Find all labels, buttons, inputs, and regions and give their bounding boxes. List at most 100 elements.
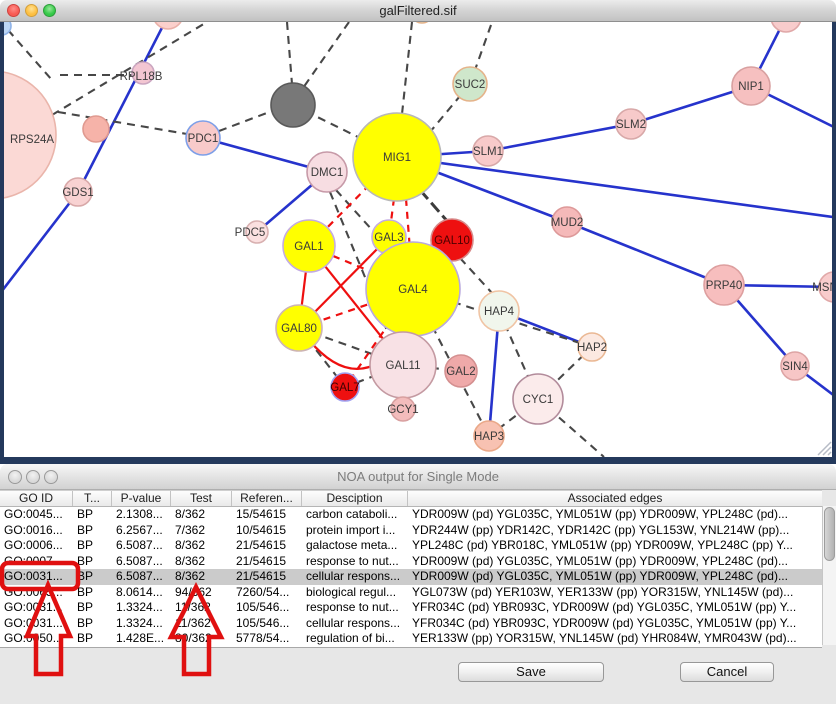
table-cell: YDR009W (pd) YGL035C, YML051W (pp) YDR00…	[408, 569, 822, 585]
graph-node-label-NIP1: NIP1	[738, 81, 764, 93]
table-cell: GO:0007...	[0, 554, 73, 570]
table-header-row: GO IDT...P-valueTestReferen...Desciption…	[0, 490, 822, 507]
graph-node-label-GAL2: GAL2	[446, 366, 475, 378]
graph-edge[interactable]	[58, 112, 187, 134]
graph-node-top-right-node[interactable]	[771, 22, 801, 32]
network-canvas[interactable]: RPS24ARPL18BGDS1PDC1PDC5DMC1MIG1SUC2SLM1…	[0, 22, 836, 464]
table-cell: YGL073W (pd) YER103W, YER133W (pp) YOR31…	[408, 585, 822, 601]
column-header-5[interactable]: Desciption	[302, 491, 408, 506]
table-cell: 15/54615	[232, 507, 302, 523]
graph-edge[interactable]	[8, 30, 52, 80]
graph-node-dark-node[interactable]	[271, 83, 315, 127]
close-button[interactable]	[7, 4, 20, 17]
column-header-3[interactable]: Test	[171, 491, 232, 506]
column-header-0[interactable]: GO ID	[0, 491, 73, 506]
table-cell: 80/362	[171, 631, 232, 647]
table-cell: GO:0031...	[0, 569, 73, 585]
table-cell: 8/362	[171, 538, 232, 554]
graph-edge[interactable]	[420, 190, 448, 222]
table-row[interactable]: GO:0065...BP8.0614...94/3627260/54...bio…	[0, 585, 822, 601]
table-cell: GO:0050...	[0, 631, 73, 647]
table-scrollbar-thumb[interactable]	[824, 507, 835, 561]
table-row[interactable]: GO:0045...BP2.1308...8/36215/54615carbon…	[0, 507, 822, 523]
graph-node-label-GAL3: GAL3	[374, 232, 403, 244]
table-cell: BP	[73, 600, 112, 616]
graph-node-label-SUC2: SUC2	[455, 79, 486, 91]
table-cell: 6.5087...	[112, 554, 171, 570]
table-cell: carbon cataboli...	[302, 507, 408, 523]
column-header-6[interactable]: Associated edges	[408, 491, 822, 506]
table-cell: cellular respons...	[302, 616, 408, 632]
column-header-4[interactable]: Referen...	[232, 491, 302, 506]
table-cell: response to nut...	[302, 600, 408, 616]
table-row[interactable]: GO:0050...BP1.428E...80/3625778/54...reg…	[0, 631, 822, 647]
graph-edge[interactable]	[287, 22, 292, 84]
table-cell: 8.0614...	[112, 585, 171, 601]
graph-edge[interactable]	[303, 22, 349, 88]
graph-node-label-CYC1: CYC1	[523, 394, 554, 406]
table-cell: protein import i...	[302, 523, 408, 539]
cancel-button[interactable]: Cancel	[680, 662, 774, 682]
graph-node-label-MUD2: MUD2	[551, 217, 584, 229]
table-cell: GO:0065...	[0, 585, 73, 601]
table-cell: 21/54615	[232, 569, 302, 585]
column-header-1[interactable]: T...	[73, 491, 112, 506]
table-row[interactable]: GO:0007...BP6.5087...8/36221/54615respon…	[0, 554, 822, 570]
minimize-button[interactable]	[25, 4, 38, 17]
graph-edge[interactable]	[397, 157, 836, 218]
graph-node-label-GAL1: GAL1	[294, 241, 323, 253]
graph-node-top-green-node[interactable]	[411, 22, 433, 23]
table-cell: 21/54615	[232, 538, 302, 554]
table-cell: 11/362	[171, 600, 232, 616]
graph-edge[interactable]	[78, 22, 168, 192]
graph-edge[interactable]	[219, 111, 272, 131]
table-cell: 8/362	[171, 554, 232, 570]
table-cell: BP	[73, 538, 112, 554]
table-cell: BP	[73, 585, 112, 601]
graph-node-label-DMC1: DMC1	[311, 167, 344, 179]
table-cell: 7/362	[171, 523, 232, 539]
graph-node-label-GAL10: GAL10	[434, 235, 470, 247]
graph-node-top-node[interactable]	[153, 22, 183, 29]
table-row[interactable]: GO:0031...BP1.3324...11/362105/546...res…	[0, 600, 822, 616]
noa-close-button[interactable]	[8, 470, 22, 484]
resize-grip-icon[interactable]	[828, 452, 831, 455]
graph-node-label-GAL80: GAL80	[281, 323, 317, 335]
zoom-button[interactable]	[43, 4, 56, 17]
noa-minimize-button[interactable]	[26, 470, 40, 484]
main-window-titlebar: galFiltered.sif	[0, 0, 836, 22]
main-window-title: galFiltered.sif	[379, 3, 456, 18]
table-cell: YFR034C (pd) YBR093C, YDR009W (pd) YGL03…	[408, 600, 822, 616]
graph-edge[interactable]	[402, 22, 412, 114]
table-cell: 10/54615	[232, 523, 302, 539]
table-cell: GO:0006...	[0, 538, 73, 554]
table-cell: biological regul...	[302, 585, 408, 601]
noa-window-titlebar: NOA output for Single Mode	[0, 464, 836, 490]
graph-node-label-SLM1: SLM1	[473, 146, 503, 158]
graph-edge[interactable]	[52, 22, 207, 115]
table-cell: 5778/54...	[232, 631, 302, 647]
noa-window: NOA output for Single Mode GO IDT...P-va…	[0, 464, 836, 704]
graph-edge[interactable]	[0, 192, 78, 300]
graph-node-RPS24A[interactable]	[83, 116, 109, 142]
table-cell: 1.3324...	[112, 600, 171, 616]
graph-edge[interactable]	[567, 222, 724, 285]
table-row[interactable]: GO:0006...BP6.5087...8/36221/54615galact…	[0, 538, 822, 554]
table-cell: 105/546...	[232, 616, 302, 632]
save-button[interactable]: Save	[458, 662, 604, 682]
graph-edge[interactable]	[460, 258, 492, 293]
graph-node-label-PDC1: PDC1	[188, 133, 219, 145]
graph-node-label-MIG1: MIG1	[383, 152, 411, 164]
table-row[interactable]: GO:0031...BP6.5087...8/36221/54615cellul…	[0, 569, 822, 585]
table-cell: BP	[73, 523, 112, 539]
table-row[interactable]: GO:0016...BP6.2567...7/36210/54615protei…	[0, 523, 822, 539]
graph-edge[interactable]	[488, 124, 631, 151]
canvas-frame	[0, 22, 4, 464]
noa-zoom-button[interactable]	[44, 470, 58, 484]
table-scrollbar[interactable]	[822, 506, 836, 645]
canvas-frame	[832, 22, 836, 464]
table-cell: GO:0031...	[0, 616, 73, 632]
column-header-2[interactable]: P-value	[112, 491, 171, 506]
table-cell: 11/362	[171, 616, 232, 632]
table-row[interactable]: GO:0031...BP1.3324...11/362105/546...cel…	[0, 616, 822, 632]
